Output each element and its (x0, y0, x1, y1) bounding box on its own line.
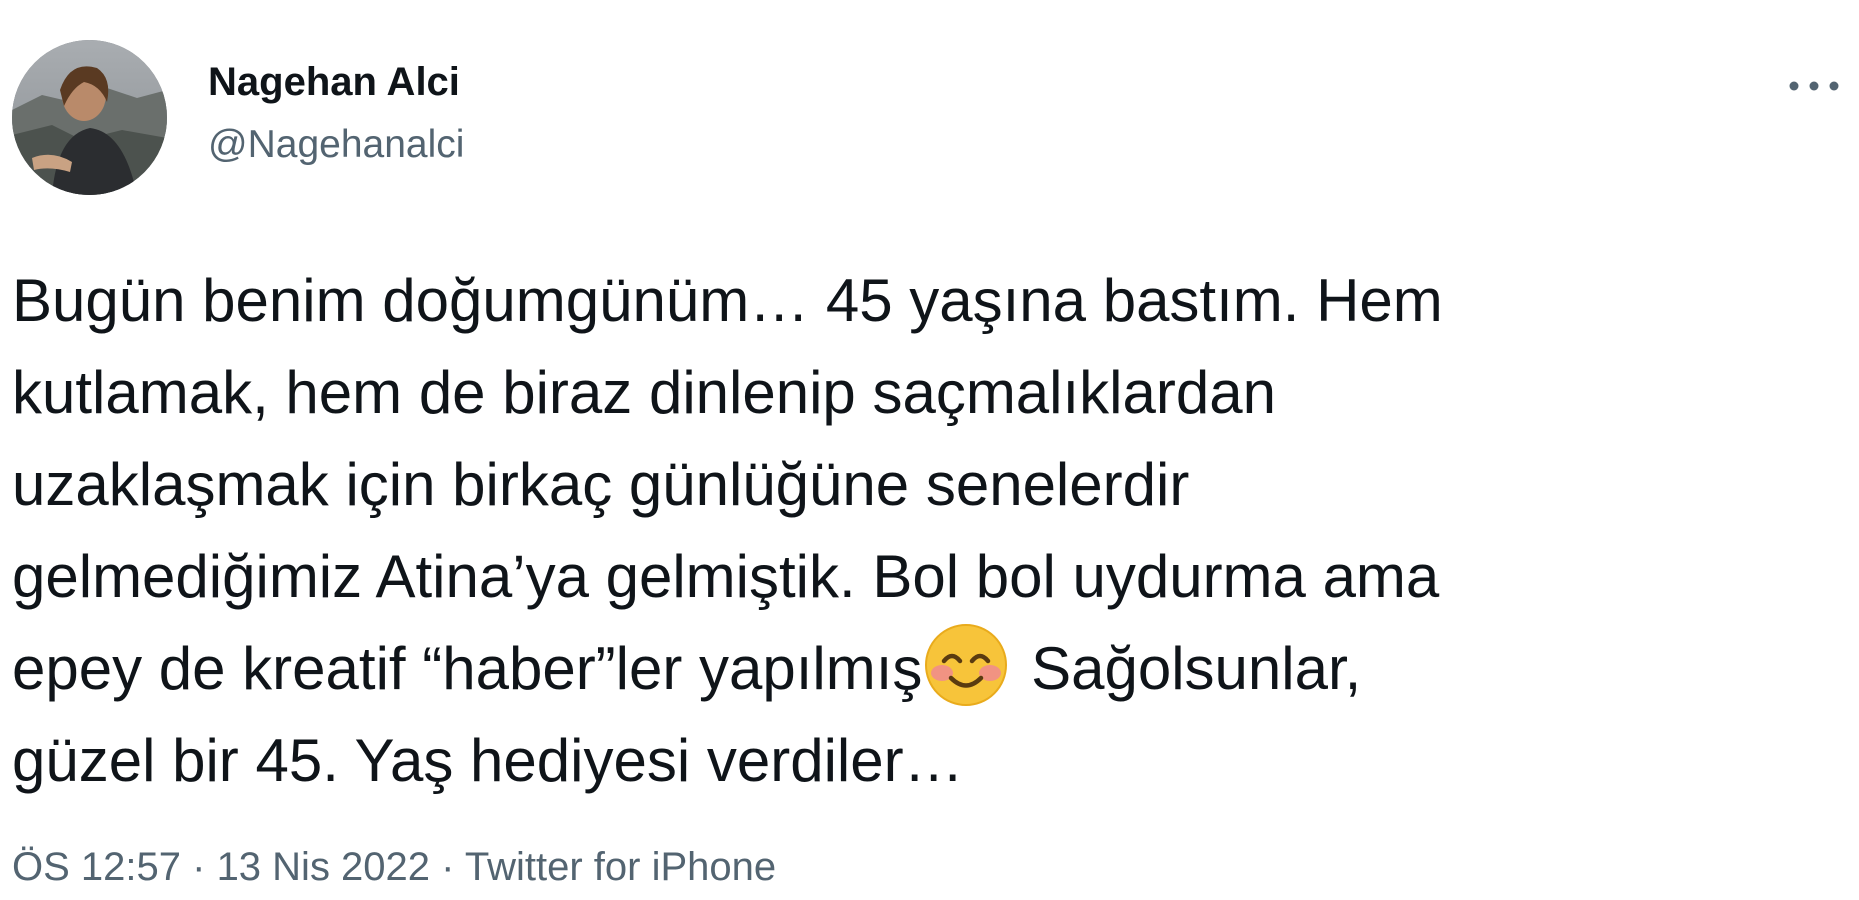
tweet-time[interactable]: ÖS 12:57 (12, 845, 181, 889)
tweet-metadata: ÖS 12:57 · 13 Nis 2022 · Twitter for iPh… (12, 843, 776, 891)
tweet-text: Bugün benim doğumgünüm… 45 yaşına bastım… (12, 255, 1812, 807)
author-names: Nagehan Alci @Nagehanalci (208, 58, 464, 168)
more-options-icon (1789, 81, 1839, 91)
tweet-text-segment: Sağolsunlar, (1014, 635, 1362, 702)
more-options-button[interactable] (1786, 68, 1842, 104)
author-handle[interactable]: @Nagehanalci (208, 122, 464, 168)
tweet-text-line: gelmediğimiz Atina’ya gelmiştik. Bol bol… (12, 543, 1440, 610)
tweet-header: Nagehan Alci @Nagehanalci (12, 40, 1842, 200)
tweet-date[interactable]: 13 Nis 2022 (217, 845, 430, 889)
tweet-text-line: güzel bir 45. Yaş hediyesi verdiler… (12, 727, 964, 794)
tweet-text-line: Bugün benim doğumgünüm… 45 yaşına bastım… (12, 267, 1443, 334)
meta-separator: · (181, 845, 217, 889)
tweet-text-line: uzaklaşmak için birkaç günlüğüne seneler… (12, 451, 1190, 518)
avatar[interactable] (12, 40, 167, 195)
tweet-text-line: kutlamak, hem de biraz dinlenip saçmalık… (12, 359, 1276, 426)
tweet-card: Nagehan Alci @Nagehanalci Bugün benim do… (0, 0, 1859, 900)
tweet-text-segment: epey de kreatif “haber”ler yapılmış (12, 635, 923, 702)
profile-photo-icon (12, 40, 167, 195)
meta-separator: · (430, 845, 465, 889)
smiling-face-emoji-icon (924, 623, 1008, 707)
tweet-text-line: epey de kreatif “haber”ler yapılmış Sağo… (12, 623, 1812, 715)
tweet-source[interactable]: Twitter for iPhone (465, 845, 776, 889)
author-display-name[interactable]: Nagehan Alci (208, 58, 464, 106)
